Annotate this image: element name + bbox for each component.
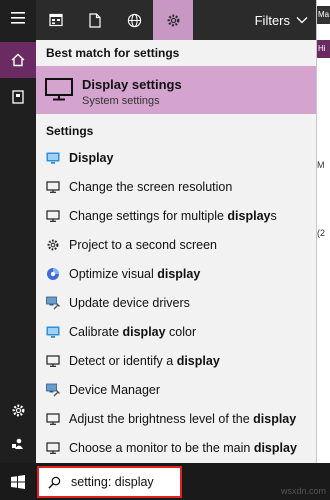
settings-result-label-pre: Change the screen resolution [69,179,233,194]
settings-result-item[interactable]: Change settings for multiple displays [36,201,316,230]
settings-result-label-pre: Choose a monitor to be the main [69,440,254,455]
filters-label: Filters [254,12,290,28]
settings-result-label: Update device drivers [69,296,190,310]
documents-filter-button[interactable] [75,0,115,40]
background-fragment: Ma [317,6,330,24]
start-button[interactable] [0,463,36,500]
watermark: wsxdn.com [280,486,326,496]
device-tools-icon [44,381,62,399]
settings-result-label-bold: display [227,208,271,223]
settings-button[interactable] [0,392,36,428]
search-query: setting: display [71,475,154,489]
home-icon [11,53,25,67]
settings-result-label-pre: Detect or identify a [69,353,177,368]
best-match-heading: Best match for settings [46,46,180,60]
settings-result-item[interactable]: Optimize visual display [36,259,316,288]
monitor-icon [45,78,73,101]
settings-result-label: Adjust the brightness level of the displ… [69,412,296,426]
settings-result-item[interactable]: Adjust the brightness level of the displ… [36,404,316,433]
feedback-button[interactable] [0,426,36,462]
apps-filter-button[interactable] [36,0,76,40]
settings-result-item[interactable]: Choose a monitor to be the main display [36,433,316,462]
settings-result-label-pre: Adjust the brightness level of the [69,411,254,426]
monitor-icon [44,207,62,225]
settings-result-item[interactable]: Device Manager [36,375,316,404]
search-input[interactable]: setting: display [37,466,182,498]
notebook-icon [12,90,24,104]
best-match-subtitle: System settings [82,95,160,107]
feedback-icon [12,438,23,449]
web-filter-button[interactable] [114,0,154,40]
settings-heading: Settings [46,124,94,138]
settings-result-label-bold: display [122,324,166,339]
settings-result-label: Device Manager [69,383,160,397]
display-icon [44,323,62,341]
search-panel: Filters Best match for settings Display … [36,0,316,463]
settings-results-list: Display Change the screen resolution Chang… [36,143,316,462]
settings-result-label-pre: Device Manager [69,382,161,397]
background-fragment: M [317,160,325,170]
settings-result-label-pre: Project to a second screen [69,237,217,252]
settings-result-label: Change the screen resolution [69,180,232,194]
home-button[interactable] [0,42,36,78]
notebook-button[interactable] [0,79,36,115]
monitor-icon [44,352,62,370]
settings-result-item[interactable]: Change the screen resolution [36,172,316,201]
monitor-icon [44,178,62,196]
settings-result-item[interactable]: Detect or identify a display [36,346,316,375]
monitor-icon [44,410,62,428]
settings-result-label-bold: Display [69,150,114,165]
settings-result-label-bold: display [253,440,297,455]
settings-result-label-post: s [270,208,277,223]
settings-result-label: Project to a second screen [69,238,217,252]
settings-result-item[interactable]: Display [36,143,316,172]
search-icon [48,476,61,489]
monitor-icon [44,439,62,457]
settings-result-label: Choose a monitor to be the main display [69,441,297,455]
settings-result-label-pre: Optimize visual [69,266,158,281]
chevron-down-icon [296,17,308,24]
device-tools-icon [44,294,62,312]
settings-result-label: Detect or identify a display [69,354,220,368]
settings-result-label-pre: Update device drivers [69,295,190,310]
settings-result-item[interactable]: Update device drivers [36,288,316,317]
settings-result-item[interactable]: Calibrate display color [36,317,316,346]
document-icon [89,12,101,28]
settings-result-label-bold: display [253,411,297,426]
taskbar: setting: display wsxdn.com [0,463,330,500]
settings-result-label-pre: Change settings for multiple [69,208,228,223]
settings-result-item[interactable]: Project to a second screen [36,230,316,259]
settings-result-label: Optimize visual display [69,267,200,281]
background-fragment: Hi [317,40,330,58]
windows-logo-icon [11,474,25,489]
settings-result-label-bold: display [176,353,220,368]
color-circle-icon [44,265,62,283]
settings-result-label-pre: Calibrate [69,324,123,339]
filters-dropdown[interactable]: Filters [255,0,308,40]
hamburger-icon [11,12,25,24]
filter-bar: Filters [36,0,316,40]
display-icon [44,149,62,167]
background-window: Ma Hi M (2 [316,0,330,463]
gear-icon [12,404,24,416]
settings-result-label-bold: display [157,266,201,281]
best-match-result[interactable]: Display settings System settings [36,66,316,114]
left-rail [0,0,36,500]
globe-icon [127,13,141,27]
settings-result-label: Display [69,151,113,165]
settings-result-label: Change settings for multiple displays [69,209,277,223]
hamburger-menu-button[interactable] [0,0,36,36]
apps-icon [49,13,63,27]
settings-result-label: Calibrate display color [69,325,196,339]
settings-filter-button[interactable] [153,0,193,40]
gear-icon [44,236,62,254]
best-match-title: Display settings [82,77,182,92]
background-fragment: (2 [317,228,326,238]
gear-icon [167,14,179,26]
settings-result-label-post: color [165,324,197,339]
